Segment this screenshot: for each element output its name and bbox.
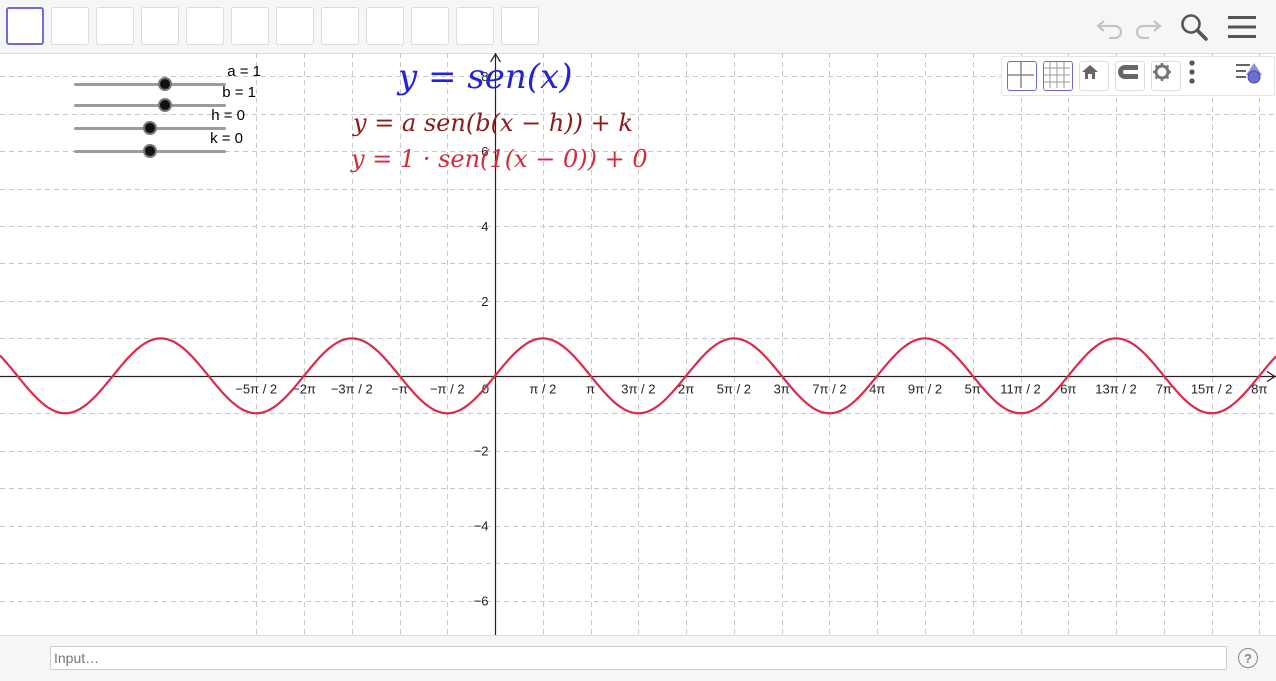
slider-label: a = 1 [227, 63, 261, 80]
sine-curve [0, 337, 1276, 415]
y-tick-label: −4 [474, 519, 489, 534]
x-tick-label: 11π / 2 [1000, 382, 1041, 397]
x-tick-label: −2π [292, 382, 316, 397]
x-tick-label: π / 2 [529, 382, 556, 397]
y-tick-label: 4 [481, 219, 488, 234]
tool-button-5[interactable] [186, 7, 224, 45]
slider-thumb[interactable] [143, 121, 157, 135]
home-icon[interactable] [1079, 61, 1109, 91]
slider-thumb[interactable] [143, 144, 157, 158]
x-tick-label: 15π / 2 [1191, 382, 1233, 397]
x-tick-label: 9π / 2 [908, 382, 942, 397]
algebra-toggle-icon[interactable] [1234, 59, 1268, 93]
graphics-view[interactable]: −5π / 2 −2π −3π / 2 −π −π / 20π / 2 π 3π / 2 2π… [0, 53, 1276, 635]
tool-button-11[interactable] [456, 7, 494, 45]
tool-button-1[interactable] [6, 7, 44, 45]
x-tick-label: 3π / 2 [621, 382, 655, 397]
tool-button-9[interactable] [366, 7, 404, 45]
toolbar [0, 0, 1276, 54]
equation-current: y = 1 · sen(1(x − 0)) + 0 [351, 145, 648, 173]
x-tick-label: −3π / 2 [331, 382, 373, 397]
tool-button-10[interactable] [411, 7, 449, 45]
input-bar: ? [0, 635, 1276, 681]
tool-button-2[interactable] [51, 7, 89, 45]
equation-title: y = sen(x) [398, 57, 573, 97]
axes-icon[interactable] [1007, 61, 1037, 91]
algebra-input[interactable] [50, 646, 1227, 670]
x-tick-label: π [586, 382, 595, 397]
y-tick-label: −2 [474, 444, 489, 459]
help-button[interactable]: ? [1238, 648, 1258, 668]
more-icon[interactable] [1188, 59, 1222, 93]
search-icon[interactable] [1177, 10, 1211, 44]
x-tick-label: −π / 2 [430, 382, 465, 397]
slider-label: h = 0 [211, 107, 245, 124]
style-bar [1001, 56, 1275, 96]
slider-label: b = 1 [222, 84, 256, 101]
tool-button-8[interactable] [321, 7, 359, 45]
menu-icon[interactable] [1225, 10, 1259, 44]
x-tick-label: −5π / 2 [235, 382, 277, 397]
tool-button-7[interactable] [276, 7, 314, 45]
tool-button-3[interactable] [96, 7, 134, 45]
settings-icon[interactable] [1151, 61, 1181, 91]
redo-icon[interactable] [1130, 10, 1164, 44]
y-tick-label: −6 [474, 594, 489, 609]
y-tick-label: 2 [481, 294, 488, 309]
x-tick-label: 13π / 2 [1095, 382, 1137, 397]
x-tick-label: 5π / 2 [717, 382, 751, 397]
x-tick-label: 7π / 2 [812, 382, 846, 397]
tool-button-4[interactable] [141, 7, 179, 45]
grid-icon[interactable] [1043, 61, 1073, 91]
undo-icon[interactable] [1094, 10, 1128, 44]
magnet-icon[interactable] [1115, 61, 1145, 91]
tool-button-6[interactable] [231, 7, 269, 45]
equation-general: y = a sen(b(x − h)) + k [353, 109, 633, 137]
slider-label: k = 0 [210, 130, 243, 147]
tool-button-12[interactable] [501, 7, 539, 45]
